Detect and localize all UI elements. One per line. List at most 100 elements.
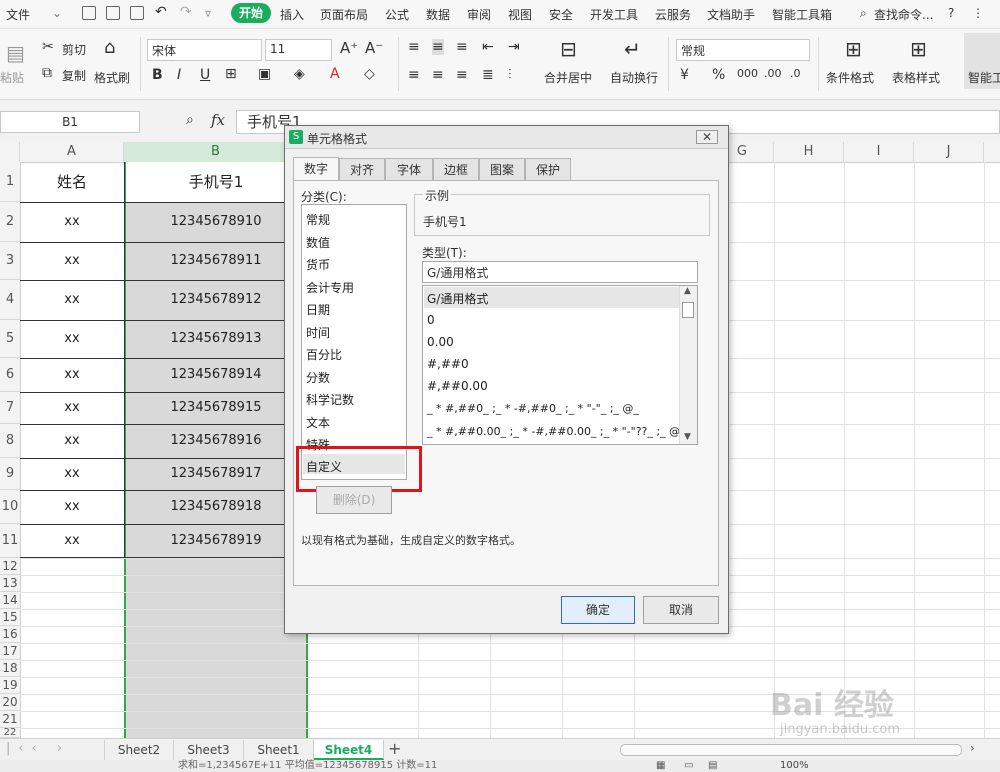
column-header-h[interactable]: H <box>774 142 844 162</box>
print-preview-icon[interactable] <box>130 6 144 20</box>
category-item[interactable]: 文本 <box>306 414 330 431</box>
decrease-decimal-icon[interactable]: .0 <box>790 67 801 80</box>
cell-phone[interactable]: 12345678910 <box>126 202 306 242</box>
format-item[interactable]: _ * #,##0.00_ ;_ * -#,##0.00_ ;_ * "-"??… <box>427 425 686 438</box>
cell-phone[interactable]: 12345678913 <box>126 320 306 358</box>
category-item[interactable]: 日期 <box>306 301 330 318</box>
font-size-select[interactable]: 11 <box>265 39 332 61</box>
format-item[interactable]: G/通用格式 <box>427 290 488 307</box>
row-header-14[interactable]: 14 <box>0 592 20 609</box>
cell-phone[interactable]: 12345678915 <box>126 392 306 424</box>
row-header-20[interactable]: 20 <box>0 694 20 711</box>
scroll-thumb[interactable] <box>682 302 694 318</box>
add-sheet-icon[interactable]: + <box>388 739 401 758</box>
tab-start[interactable]: 开始 <box>231 3 271 23</box>
category-item[interactable]: 会计专用 <box>306 279 354 296</box>
row-header-6[interactable]: 6 <box>0 358 20 392</box>
category-item[interactable]: 货币 <box>306 256 330 273</box>
row-header-5[interactable]: 5 <box>0 320 20 358</box>
format-list-scrollbar[interactable]: ▲ ▼ <box>679 286 697 444</box>
outdent-icon[interactable]: ⇤ <box>482 39 494 55</box>
cell-phone[interactable]: 12345678914 <box>126 358 306 392</box>
type-input[interactable]: G/通用格式 <box>422 261 698 283</box>
horizontal-scrollbar[interactable] <box>620 744 962 756</box>
cell-name[interactable]: xx <box>20 524 124 558</box>
row-header-17[interactable]: 17 <box>0 643 20 660</box>
sheet-tab-sheet4[interactable]: Sheet4 <box>314 740 384 760</box>
font-name-select[interactable]: 宋体 <box>147 39 262 61</box>
fill-color-icon[interactable]: ◈ <box>294 66 305 82</box>
ok-button[interactable]: 确定 <box>561 596 635 624</box>
format-item[interactable]: _ * #,##0_ ;_ * -#,##0_ ;_ * "-"_ ;_ @_ <box>427 402 639 415</box>
clear-icon[interactable]: ◇ <box>364 66 375 82</box>
cell-b1[interactable]: 手机号1 <box>126 162 306 202</box>
tab-security[interactable]: 安全 <box>549 6 573 23</box>
table-style-button[interactable]: 表格样式 <box>892 69 940 86</box>
tab-view[interactable]: 视图 <box>508 6 532 23</box>
cell-name[interactable]: xx <box>20 424 124 458</box>
italic-icon[interactable]: I <box>177 67 181 83</box>
row-header-9[interactable]: 9 <box>0 458 20 490</box>
align-middle-icon[interactable]: ≡ <box>432 39 444 55</box>
cut-button[interactable]: 剪切 <box>62 41 86 58</box>
category-list[interactable]: 常规 数值 货币 会计专用 日期 时间 百分比 分数 科学记数 文本 特殊 自定… <box>301 204 407 480</box>
cell-phone[interactable]: 12345678916 <box>126 424 306 458</box>
sheet-tab-sheet2[interactable]: Sheet2 <box>104 740 174 760</box>
cell-phone[interactable]: 12345678918 <box>126 490 306 524</box>
row-header-19[interactable]: 19 <box>0 677 20 694</box>
justify-icon[interactable]: ≣ <box>482 67 494 83</box>
scroll-right-icon[interactable]: › <box>970 741 975 755</box>
align-bottom-icon[interactable]: ≡ <box>456 39 468 55</box>
row-header-4[interactable]: 4 <box>0 280 20 320</box>
format-item[interactable]: 0 <box>427 313 435 327</box>
row-header-16[interactable]: 16 <box>0 626 20 643</box>
row-header-2[interactable]: 2 <box>0 202 20 242</box>
select-all-corner[interactable] <box>0 142 20 162</box>
column-header-i[interactable]: I <box>844 142 914 162</box>
cell-name[interactable]: xx <box>20 242 124 280</box>
cell-name[interactable]: xx <box>20 458 124 490</box>
view-break-icon[interactable]: ▤ <box>708 760 717 772</box>
row-header-21[interactable]: 21 <box>0 711 20 728</box>
cell-name[interactable]: xx <box>20 320 124 358</box>
row-header-18[interactable]: 18 <box>0 660 20 677</box>
percent-icon[interactable]: % <box>712 67 725 83</box>
row-header-7[interactable]: 7 <box>0 392 20 424</box>
format-list[interactable]: G/通用格式 0 0.00 #,##0 #,##0.00 _ * #,##0_ … <box>422 285 698 445</box>
underline-icon[interactable]: U <box>200 67 210 83</box>
category-item[interactable]: 时间 <box>306 324 330 341</box>
tab-cloud[interactable]: 云服务 <box>655 6 691 23</box>
cell-name[interactable]: xx <box>20 392 124 424</box>
tab-pattern[interactable]: 图案 <box>479 158 525 180</box>
row-header-3[interactable]: 3 <box>0 242 20 280</box>
row-header-12[interactable]: 12 <box>0 558 20 575</box>
border-icon[interactable]: ⊞ <box>225 66 237 82</box>
format-painter-icon[interactable]: ⌂ <box>104 37 115 58</box>
increase-font-icon[interactable]: A⁺ <box>340 39 358 57</box>
merge-center-button[interactable]: 合并居中 <box>544 69 592 86</box>
bold-icon[interactable]: B <box>152 67 163 83</box>
tab-insert[interactable]: 插入 <box>280 6 304 23</box>
indent-icon[interactable]: ⇥ <box>508 39 520 55</box>
paste-button[interactable]: 粘贴 <box>0 69 24 86</box>
format-item[interactable]: 0.00 <box>427 335 454 349</box>
sheet-tab-sheet1[interactable]: Sheet1 <box>244 740 314 760</box>
tab-data[interactable]: 数据 <box>426 6 450 23</box>
view-normal-icon[interactable]: ▦ <box>656 760 665 772</box>
format-item[interactable]: #,##0 <box>427 357 469 371</box>
search-command[interactable]: 查找命令... <box>874 6 933 23</box>
chevron-down-icon[interactable]: ⌄ <box>52 6 62 20</box>
align-left-icon[interactable]: ≡ <box>408 67 420 83</box>
format-item[interactable]: #,##0.00 <box>427 379 488 393</box>
column-header-a[interactable]: A <box>20 142 124 162</box>
distribute-icon[interactable]: ⫶ <box>508 67 512 83</box>
delete-button[interactable]: 删除(D) <box>316 486 392 514</box>
tab-nav-icon[interactable]: |‹‹ › <box>6 741 70 756</box>
undo-icon[interactable]: ↶ <box>155 4 167 20</box>
cell-name[interactable]: xx <box>20 358 124 392</box>
zoom-icon[interactable]: ⌕ <box>186 112 194 128</box>
wrap-icon[interactable]: ↵ <box>624 37 641 61</box>
align-right-icon[interactable]: ≡ <box>456 67 468 83</box>
category-item[interactable]: 常规 <box>306 211 330 228</box>
sheet-tab-sheet3[interactable]: Sheet3 <box>174 740 244 760</box>
